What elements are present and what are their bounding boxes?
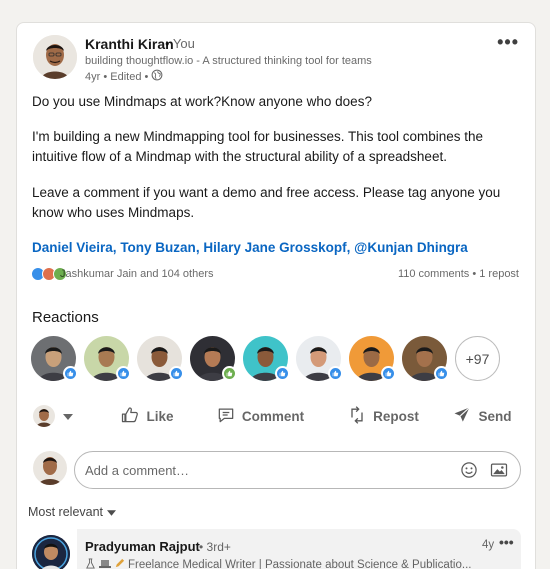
reactor-avatar[interactable]	[137, 336, 184, 381]
send-icon	[452, 405, 472, 428]
reactor-avatar[interactable]	[84, 336, 131, 381]
comment-input-box[interactable]	[74, 451, 521, 489]
comment-button[interactable]: Comment	[197, 399, 323, 433]
emoji-icon[interactable]	[454, 455, 484, 485]
mention-link[interactable]: Tony Buzan	[120, 240, 196, 255]
reactor-avatar[interactable]	[296, 336, 343, 381]
like-icon	[434, 366, 449, 381]
like-label: Like	[146, 408, 174, 424]
repost-icon	[347, 405, 367, 428]
flask-icon	[85, 558, 96, 569]
post-card: Kranthi Kiran • You building thoughtflow…	[16, 22, 536, 569]
comment-author-avatar[interactable]	[32, 535, 70, 569]
mention-link[interactable]: @Kunjan Dhingra	[354, 240, 468, 255]
comments-reposts-count[interactable]: 110 comments • 1 repost	[398, 268, 519, 280]
mention-link[interactable]: Hilary Jane Grosskopf	[203, 240, 346, 255]
post-meta: 4yr • Edited •	[85, 69, 163, 84]
like-icon	[116, 366, 131, 381]
reactor-avatar[interactable]	[349, 336, 396, 381]
actor-select[interactable]	[33, 405, 97, 427]
sort-label: Most relevant	[28, 505, 104, 519]
like-icon	[275, 366, 290, 381]
laptop-icon	[99, 558, 111, 569]
actor-avatar	[33, 405, 55, 427]
send-label: Send	[478, 408, 512, 424]
post-body-para3: Leave a comment if you want a demo and f…	[32, 185, 501, 220]
comment-label: Comment	[241, 408, 305, 424]
comment-more-menu-button[interactable]: •••	[499, 534, 514, 550]
post-body-line1: Do you use Mindmaps at work?Know anyone …	[32, 94, 372, 109]
mention-link[interactable]: Daniel Vieira	[32, 240, 113, 255]
chevron-down-icon	[63, 407, 73, 425]
like-icon	[169, 366, 184, 381]
post-mentions: Daniel Vieira, Tony Buzan, Hilary Jane G…	[32, 240, 468, 255]
author-avatar[interactable]	[33, 35, 77, 79]
comment-input[interactable]	[85, 462, 454, 478]
commenter-avatar	[33, 451, 67, 485]
reactor-avatar[interactable]	[402, 336, 449, 381]
caret-down-icon	[107, 505, 117, 519]
post-meta-text: 4yr • Edited •	[85, 70, 149, 83]
send-button[interactable]: Send	[443, 399, 521, 433]
reactions-avatar-row: +97	[31, 336, 500, 381]
post-more-menu-button[interactable]: •••	[497, 32, 519, 53]
like-icon	[63, 366, 78, 381]
author-headline: building thoughtflow.io - A structured t…	[85, 55, 372, 67]
repost-label: Repost	[373, 408, 419, 424]
like-icon	[328, 366, 343, 381]
reactor-avatar[interactable]	[190, 336, 237, 381]
author-you-label: • You	[165, 36, 195, 51]
comment-author-degree: • 3rd+	[199, 540, 231, 554]
thumbs-up-icon	[120, 405, 140, 428]
more-reactions-button[interactable]: +97	[455, 336, 500, 381]
reactions-title: Reactions	[32, 309, 99, 326]
comment-author-name[interactable]: Pradyuman Rajput	[85, 539, 200, 554]
comment-author-headline: Freelance Medical Writer | Passionate ab…	[85, 558, 471, 569]
post-body-para2: I'm building a new Mindmapping tool for …	[32, 129, 484, 164]
author-name[interactable]: Kranthi Kiran	[85, 36, 174, 52]
globe-icon	[151, 69, 163, 84]
repost-button[interactable]: Repost	[323, 399, 443, 433]
comment-icon	[216, 405, 236, 428]
post-action-bar: Like Comment Repost Send	[33, 399, 521, 433]
reactor-avatar[interactable]	[243, 336, 290, 381]
like-icon	[381, 366, 396, 381]
comment-timestamp: 4y	[482, 539, 495, 551]
like-button[interactable]: Like	[97, 399, 197, 433]
pen-icon	[114, 558, 125, 569]
comment-sort-dropdown[interactable]: Most relevant	[28, 505, 117, 519]
reactor-avatar[interactable]	[31, 336, 78, 381]
reactions-names[interactable]: Jashkumar Jain and 104 others	[60, 268, 213, 280]
comment-headline-text: Freelance Medical Writer | Passionate ab…	[128, 559, 472, 569]
image-icon[interactable]	[484, 455, 514, 485]
celebrate-icon	[222, 366, 237, 381]
